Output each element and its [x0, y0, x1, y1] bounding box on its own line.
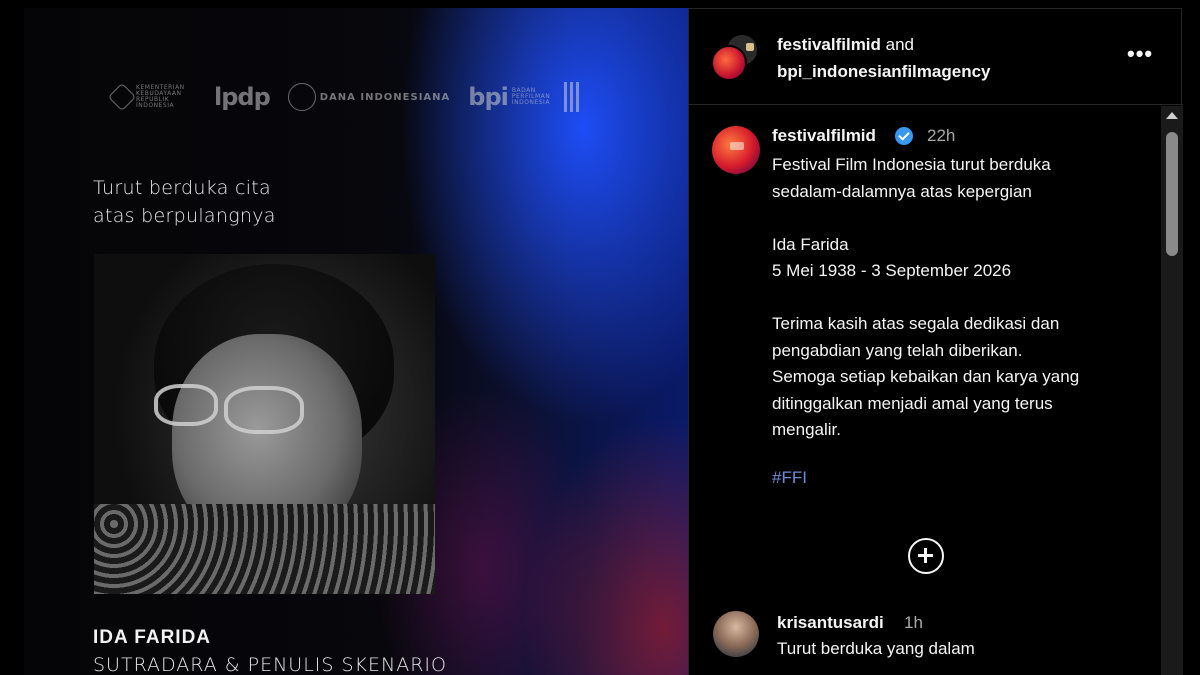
bpi-logo-text: bpi [468, 83, 509, 111]
kemenbud-logo: KEMENTERIAN KEBUDAYAAN REPUBLIK INDONESI… [107, 82, 196, 112]
caption-paragraph-2: Ida Farida 5 Mei 1938 - 3 September 2026 [772, 234, 1012, 281]
dana-indonesiana-emblem-icon [287, 83, 316, 111]
kemenbud-logo-text: KEMENTERIAN KEBUDAYAAN REPUBLIK INDONESI… [136, 84, 185, 109]
load-more-comments-icon[interactable] [908, 538, 944, 574]
condolence-text: Turut berduka cita atas berpulangnya [93, 174, 276, 230]
scrollbar-thumb[interactable] [1166, 132, 1178, 256]
lpdp-logo-text: lpdp [214, 83, 271, 111]
deceased-role: SUTRADARA & PENULIS SKENARIO [93, 654, 447, 675]
header-joiner: and [880, 35, 915, 54]
caption-avatar[interactable] [712, 126, 760, 174]
caption-text: Festival Film Indonesia turut berduka se… [772, 152, 1152, 470]
collab-avatars[interactable] [711, 33, 759, 81]
caption-timestamp[interactable]: 22h [927, 126, 955, 146]
post-side-panel: festivalfilmid and bpi_indonesianfilmage… [688, 8, 1183, 675]
collab-usernames: festivalfilmid and bpi_indonesianfilmage… [777, 31, 991, 85]
scrollbar[interactable] [1161, 106, 1183, 675]
hashtag-link[interactable]: #FFI [772, 468, 807, 488]
more-options-icon[interactable]: ••• [1127, 43, 1153, 65]
festivalfilmid-avatar[interactable] [711, 45, 747, 81]
condolence-line-2: atas berpulangnya [93, 205, 276, 227]
dana-indonesiana-logo-text: DANA INDONESIANA [319, 91, 451, 103]
comment-avatar[interactable] [713, 611, 759, 657]
condolence-line-1: Turut berduka cita [93, 177, 272, 199]
post-image: KEMENTERIAN KEBUDAYAAN REPUBLIK INDONESI… [24, 8, 688, 675]
kemenbud-emblem-icon [107, 82, 137, 112]
header-username-1[interactable]: festivalfilmid [777, 35, 881, 54]
bpi-logo: bpi BADAN PERFILMAN INDONESIA [468, 83, 551, 111]
verified-badge-icon [895, 127, 913, 145]
ffi-logo-icon [563, 82, 579, 112]
ffi-logo [563, 82, 579, 112]
scroll-up-arrow-icon[interactable] [1166, 112, 1178, 119]
comment-timestamp[interactable]: 1h [904, 613, 923, 633]
deceased-name: IDA FARIDA [93, 627, 212, 648]
dana-indonesiana-logo: DANA INDONESIANA [287, 83, 451, 111]
comment-text: Turut berduka yang dalam [777, 639, 975, 658]
post-header: festivalfilmid and bpi_indonesianfilmage… [689, 9, 1183, 105]
portrait-photo [94, 254, 435, 594]
header-username-2[interactable]: bpi_indonesianfilmagency [777, 62, 991, 81]
post-caption: festivalfilmid 22h Festival Film Indones… [689, 106, 1163, 675]
caption-paragraph-3: Terima kasih atas segala dedikasi dan pe… [772, 314, 1080, 439]
lpdp-logo: lpdp [214, 83, 271, 111]
bpi-logo-subtext: BADAN PERFILMAN INDONESIA [511, 87, 551, 106]
comment-username[interactable]: krisantusardi [777, 613, 884, 633]
caption-username[interactable]: festivalfilmid [772, 126, 876, 146]
caption-paragraph-1: Festival Film Indonesia turut berduka se… [772, 155, 1051, 201]
sponsor-logos: KEMENTERIAN KEBUDAYAAN REPUBLIK INDONESI… [107, 82, 579, 112]
instagram-post-viewer: KEMENTERIAN KEBUDAYAAN REPUBLIK INDONESI… [0, 0, 1200, 675]
